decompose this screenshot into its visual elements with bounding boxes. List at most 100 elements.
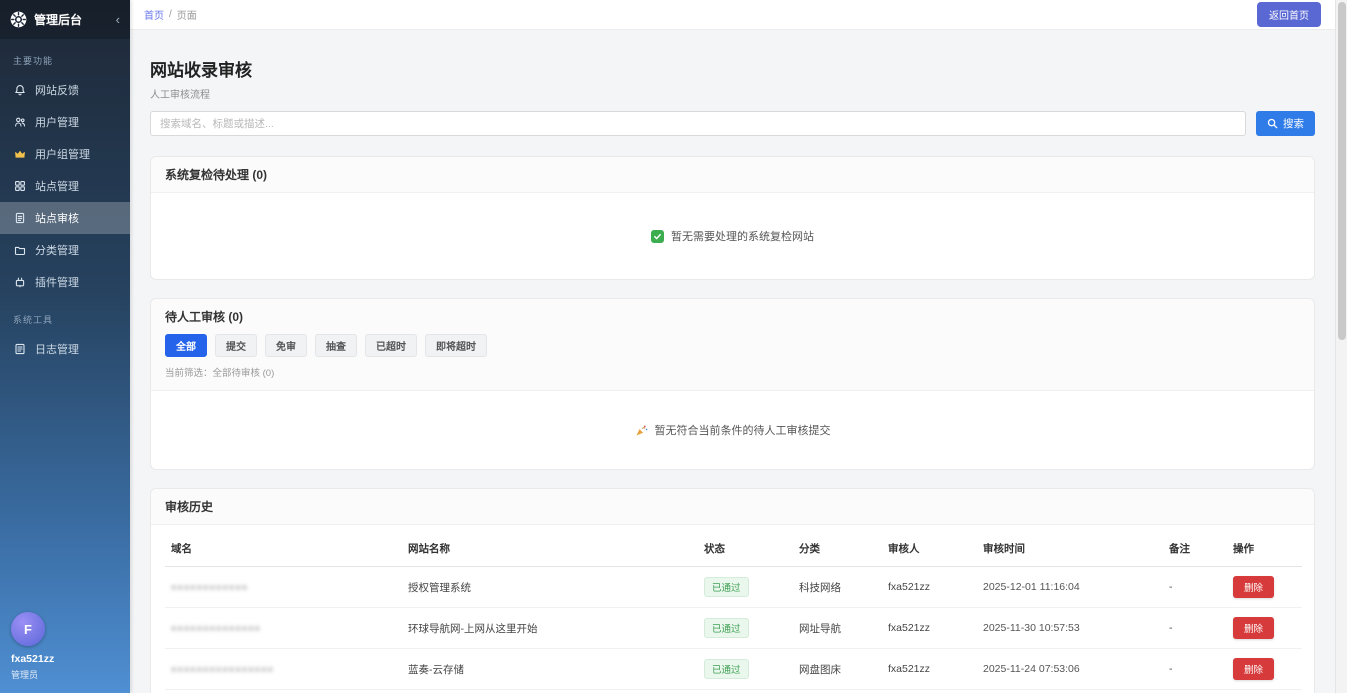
pending-card-header: 待人工审核 (0) 全部提交免审抽查已超时即将超时 当前筛选：全部待审核 (0) (151, 299, 1314, 391)
sidebar-item-feedback[interactable]: 网站反馈 (0, 74, 130, 106)
grid-icon (13, 180, 26, 193)
sidebar-item-label: 用户组管理 (35, 146, 90, 162)
sidebar-item-categories[interactable]: 分类管理 (0, 234, 130, 266)
recheck-card: 系统复检待处理 (0) 暂无需要处理的系统复检网站 (150, 156, 1315, 280)
table-body: ●●●●●●●●●●●●授权管理系统已通过科技网络fxa521zz2025-12… (165, 567, 1302, 693)
search-icon (1267, 118, 1278, 129)
cell-actions: 删除 (1227, 649, 1302, 690)
recheck-title: 系统复检待处理 (165, 168, 249, 182)
filter-chip-2[interactable]: 免审 (265, 334, 307, 357)
cell-review-time: 2025-11-24 07:53:06 (977, 649, 1163, 690)
filter-chip-3[interactable]: 抽查 (315, 334, 357, 357)
sidebar-item-site-review[interactable]: 站点审核 (0, 202, 130, 234)
history-table-wrap: 域名网站名称状态分类审核人审核时间备注操作 ●●●●●●●●●●●● 授权管理系统… (151, 525, 1314, 693)
crown-icon (13, 148, 26, 161)
sidebar-item-label: 站点审核 (35, 210, 79, 226)
delete-button[interactable]: 删除 (1233, 658, 1274, 680)
sidebar-nav: 主要功能网站反馈用户管理用户组管理站点管理站点审核分类管理插件管理系统工具日志管… (0, 39, 130, 365)
cell-category: 网盘图床 (793, 690, 882, 693)
sidebar-item-label: 插件管理 (35, 274, 79, 290)
cell-status: 已通过 (698, 690, 793, 693)
cell-reviewer: fxa521zz (882, 649, 977, 690)
table-header-row: 域名网站名称状态分类审核人审核时间备注操作 (165, 529, 1302, 567)
filter-chip-4[interactable]: 已超时 (365, 334, 417, 357)
breadcrumb-home-link[interactable]: 首页 (144, 7, 164, 22)
column-header: 审核人 (882, 529, 977, 567)
redacted-domain: ●●●●●●●●●●●●●●●● (171, 664, 274, 674)
sidebar-item-label: 日志管理 (35, 341, 79, 357)
column-header: 分类 (793, 529, 882, 567)
column-header: 操作 (1227, 529, 1302, 567)
search-button-label: 搜索 (1283, 116, 1304, 131)
cell-status: 已通过 (698, 567, 793, 608)
cell-actions: 删除 (1227, 608, 1302, 649)
collapse-sidebar-icon[interactable]: ‹ (116, 12, 120, 27)
plugin-icon (13, 276, 26, 289)
sidebar-item-label: 网站反馈 (35, 82, 79, 98)
cell-note: - (1163, 649, 1227, 690)
redacted-domain: ●●●●●●●●●●●● (171, 582, 248, 592)
cell-note: - (1163, 608, 1227, 649)
status-badge: 已通过 (704, 659, 749, 679)
delete-button[interactable]: 删除 (1233, 576, 1274, 598)
pending-count: (0) (228, 310, 243, 324)
pending-empty-state: 暂无符合当前条件的待人工审核提交 (151, 391, 1314, 469)
filter-chip-1[interactable]: 提交 (215, 334, 257, 357)
page-content: 网站收录审核 人工审核流程 搜索 系统复检待处理 (0) (130, 30, 1335, 693)
cell-domain: ●●●●●●●●●●●●●●●● (165, 649, 402, 690)
filter-chip-0[interactable]: 全部 (165, 334, 207, 357)
cell-note: - (1163, 567, 1227, 608)
cell-reviewer: fxa521zz (882, 608, 977, 649)
recheck-count: (0) (252, 168, 267, 182)
delete-button[interactable]: 删除 (1233, 617, 1274, 639)
log-icon (13, 343, 26, 356)
sidebar-item-label: 分类管理 (35, 242, 79, 258)
user-name: fxa521zz (11, 653, 54, 665)
filter-chips: 全部提交免审抽查已超时即将超时 (165, 334, 1300, 357)
column-header: 域名 (165, 529, 402, 567)
cell-domain: ●●●●●●●●●●●●●● (165, 608, 402, 649)
sidebar-item-plugins[interactable]: 插件管理 (0, 266, 130, 298)
sidebar-item-user-groups[interactable]: 用户组管理 (0, 138, 130, 170)
recheck-empty-state: 暂无需要处理的系统复检网站 (151, 193, 1314, 279)
search-input[interactable] (150, 111, 1246, 136)
cell-domain: ●●●●●●●●●●●● (165, 690, 402, 693)
page-subtitle: 人工审核流程 (150, 86, 1315, 101)
pending-card: 待人工审核 (0) 全部提交免审抽查已超时即将超时 当前筛选：全部待审核 (0)… (150, 298, 1315, 470)
back-home-button[interactable]: 返回首页 (1257, 2, 1321, 27)
redacted-domain: ●●●●●●●●●●●●●● (171, 623, 261, 633)
scrollbar-thumb[interactable] (1338, 2, 1346, 340)
sidebar-item-logs[interactable]: 日志管理 (0, 333, 130, 365)
search-row: 搜索 (150, 111, 1315, 136)
party-icon (635, 424, 648, 437)
table-row: ●●●●●●●●●●●●飞鱼网盘-免费云盘｜文件共享托...已通过网盘图床fxa… (165, 690, 1302, 693)
cell-note: - (1163, 690, 1227, 693)
nav-section-label: 系统工具 (0, 298, 130, 333)
cell-status: 已通过 (698, 608, 793, 649)
page-scrollbar[interactable] (1335, 0, 1347, 693)
table-row: ●●●●●●●●●●●●授权管理系统已通过科技网络fxa521zz2025-12… (165, 567, 1302, 608)
search-button[interactable]: 搜索 (1256, 111, 1315, 136)
history-title: 审核历史 (165, 500, 213, 514)
cell-review-time: 2025-11-24 07:48:46 (977, 690, 1163, 693)
filter-chip-5[interactable]: 即将超时 (425, 334, 487, 357)
pending-empty-text: 暂无符合当前条件的待人工审核提交 (655, 422, 831, 438)
recheck-card-header: 系统复检待处理 (0) (151, 157, 1314, 193)
column-header: 审核时间 (977, 529, 1163, 567)
cell-category: 科技网络 (793, 567, 882, 608)
app-title: 管理后台 (34, 11, 82, 28)
sidebar-item-users[interactable]: 用户管理 (0, 106, 130, 138)
table-row: ●●●●●●●●●●●●●●环球导航网-上网从这里开始已通过网址导航fxa521… (165, 608, 1302, 649)
sidebar-item-sites[interactable]: 站点管理 (0, 170, 130, 202)
user-role: 管理员 (11, 668, 54, 681)
cell-site-name: 蓝奏-云存储 (402, 649, 698, 690)
topbar: 首页 / 页面 返回首页 (130, 0, 1335, 30)
sidebar-item-label: 用户管理 (35, 114, 79, 130)
cell-site-name: 授权管理系统 (402, 567, 698, 608)
cell-status: 已通过 (698, 649, 793, 690)
sidebar-item-label: 站点管理 (35, 178, 79, 194)
cell-category: 网址导航 (793, 608, 882, 649)
column-header: 网站名称 (402, 529, 698, 567)
bell-icon (13, 84, 26, 97)
user-block[interactable]: F fxa521zz 管理员 (11, 612, 54, 681)
